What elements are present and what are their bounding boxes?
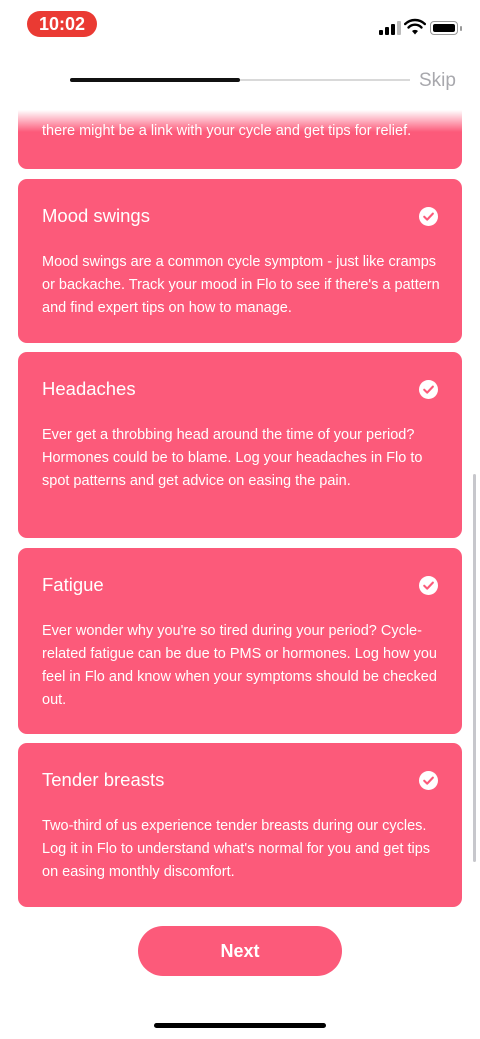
onboarding-progress-bar [70,78,410,82]
checkmark-icon [419,380,438,399]
symptom-card-fatigue[interactable]: Fatigue Ever wonder why you're so tired … [18,548,462,734]
card-body: Ever get a throbbing head around the tim… [42,427,423,489]
progress-fill [70,78,240,82]
card-body: Ever wonder why you're so tired during y… [42,623,437,708]
symptom-list[interactable]: there might be a link with your cycle an… [0,110,480,910]
card-title: Headaches [42,378,136,399]
symptom-card-headaches[interactable]: Headaches Ever get a throbbing head arou… [18,352,462,538]
top-fade [0,110,480,132]
skip-button[interactable]: Skip [419,70,456,92]
status-bar: 10:02 [0,0,480,48]
battery-icon [430,21,462,35]
card-title: Fatigue [42,574,104,595]
status-time: 10:02 [27,11,97,37]
scrollbar[interactable] [473,474,476,862]
card-body: Mood swings are a common cycle symptom -… [42,254,440,316]
card-title: Mood swings [42,205,150,226]
symptom-card-mood-swings[interactable]: Mood swings Mood swings are a common cyc… [18,179,462,343]
cellular-signal-icon [379,21,401,35]
next-button[interactable]: Next [138,926,342,976]
symptom-card-tender-breasts[interactable]: Tender breasts Two-third of us experienc… [18,743,462,907]
wifi-icon [404,18,426,35]
checkmark-icon [419,207,438,226]
checkmark-icon [419,576,438,595]
checkmark-icon [419,771,438,790]
home-indicator[interactable] [154,1023,326,1028]
card-body: Two-third of us experience tender breast… [42,818,431,880]
card-title: Tender breasts [42,769,165,790]
